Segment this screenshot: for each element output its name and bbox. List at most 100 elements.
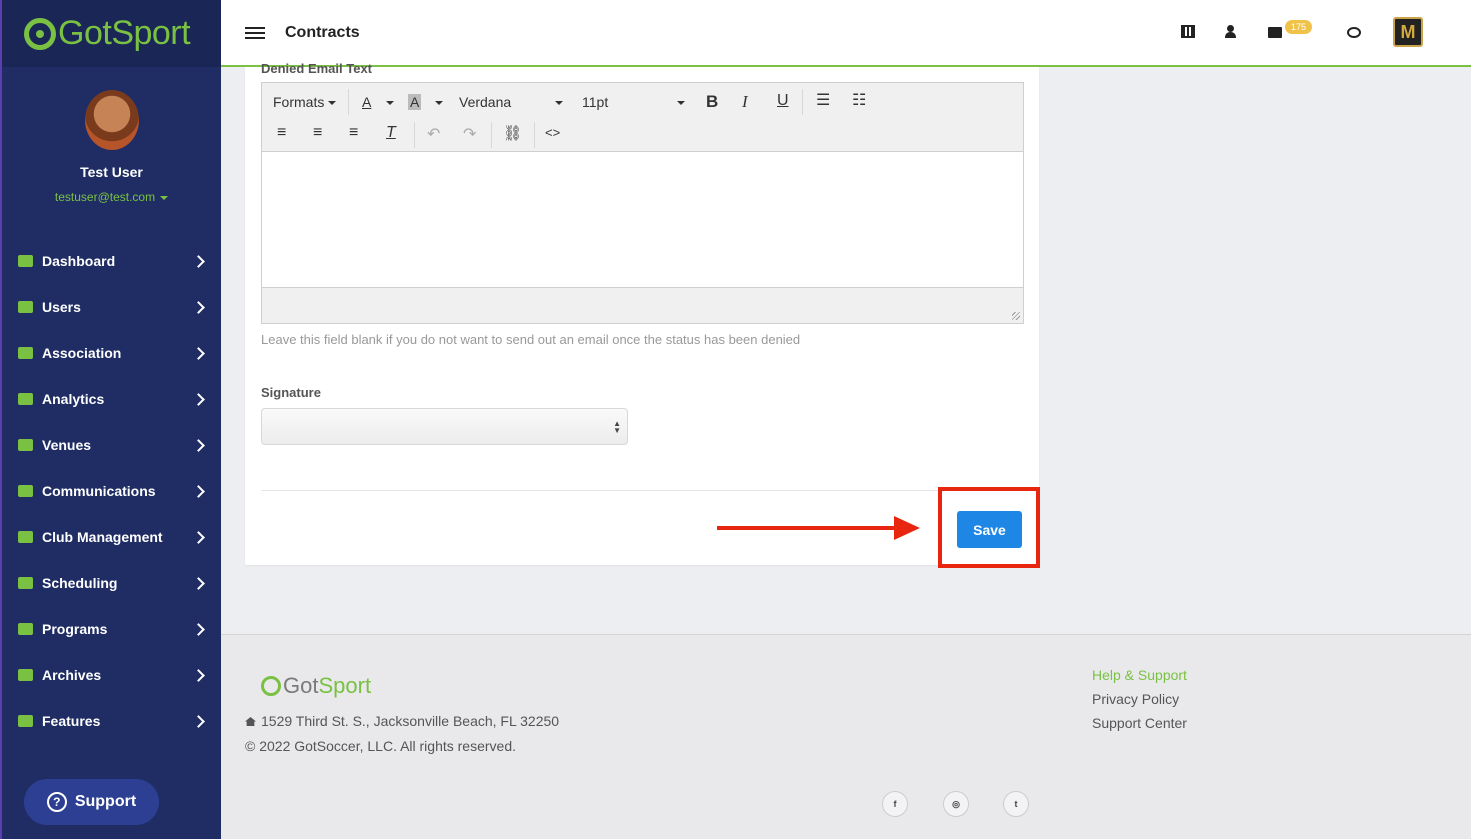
page-title: Contracts [285, 23, 360, 41]
support-button[interactable]: ? Support [24, 779, 159, 825]
select-arrows-icon: ▲ ▼ [613, 419, 621, 435]
file-icon [18, 623, 33, 635]
chevron-right-icon [192, 392, 205, 406]
sidebar-item-features[interactable]: Features [2, 698, 221, 744]
chevron-right-icon [192, 714, 205, 728]
envelope-icon[interactable] [1268, 27, 1282, 38]
text-color-icon[interactable]: A [362, 94, 371, 110]
underline-icon[interactable]: U [777, 92, 789, 110]
list-icon [18, 531, 33, 543]
mail-count-badge: 175 [1285, 20, 1313, 34]
signature-select[interactable]: ▲ ▼ [261, 408, 628, 445]
chevron-right-icon [192, 622, 205, 636]
user-profile: Test User testuser@test.com [2, 67, 221, 204]
calendar-icon [18, 577, 33, 589]
home-icon [18, 439, 33, 451]
sidebar-item-venues[interactable]: Venues [2, 422, 221, 468]
sidebar-item-users[interactable]: Users [2, 284, 221, 330]
organization-logo[interactable]: M [1393, 17, 1423, 47]
align-center-icon[interactable]: ≡ [313, 124, 322, 142]
toolbar-separator [802, 89, 803, 115]
chevron-right-icon [192, 530, 205, 544]
instagram-icon[interactable]: ◎ [943, 791, 969, 817]
users-icon [18, 301, 33, 313]
align-right-icon[interactable]: ≡ [349, 124, 358, 142]
sidebar-item-programs[interactable]: Programs [2, 606, 221, 652]
avatar[interactable] [84, 90, 139, 150]
facebook-icon[interactable]: f [882, 791, 908, 817]
align-left-icon[interactable]: ≡ [277, 124, 286, 142]
chevron-right-icon [192, 300, 205, 314]
source-code-icon[interactable]: <> [545, 125, 560, 140]
footer-links: Help & Support Privacy Policy Support Ce… [1092, 667, 1187, 739]
background-color-icon[interactable]: A [408, 94, 422, 110]
sidebar-item-scheduling[interactable]: Scheduling [2, 560, 221, 606]
text-color-caret-icon[interactable] [382, 94, 394, 110]
star-icon [18, 715, 33, 727]
footer-logo[interactable]: GotSport [261, 673, 371, 699]
sitemap-icon [18, 347, 33, 359]
support-center-link[interactable]: Support Center [1092, 715, 1187, 731]
italic-icon[interactable]: I [742, 92, 748, 112]
sidebar-logo[interactable]: GotSport [2, 0, 221, 67]
bullet-list-icon[interactable]: ☰ [816, 90, 830, 110]
sidebar-item-club-management[interactable]: Club Management [2, 514, 221, 560]
link-icon[interactable]: ⛓ [503, 124, 522, 142]
redo-icon[interactable]: ↷ [463, 124, 476, 144]
user-icon[interactable] [1224, 25, 1238, 38]
toolbar-separator [534, 122, 535, 148]
sidebar-item-archives[interactable]: Archives [2, 652, 221, 698]
editor-content-area[interactable] [262, 152, 1023, 287]
help-support-link[interactable]: Help & Support [1092, 667, 1187, 683]
rich-text-editor: Formats A A Verdana 11pt B I U ☰ ☷ ≡ ≡ ≡… [261, 82, 1024, 324]
comments-icon [18, 485, 33, 497]
footer-address: 1529 Third St. S., Jacksonville Beach, F… [245, 713, 559, 729]
page-footer: GotSport 1529 Third St. S., Jacksonville… [221, 634, 1471, 839]
contract-form-card: Denied Email Text Formats A A Verdana 11… [245, 61, 1039, 565]
sidebar-nav: Dashboard Users Association Analytics Ve… [2, 238, 221, 744]
toolbar-separator [414, 122, 415, 148]
annotation-arrow-line [717, 526, 897, 530]
formats-dropdown[interactable]: Formats [273, 94, 337, 110]
chevron-right-icon [192, 346, 205, 360]
chevron-right-icon [192, 668, 205, 682]
user-email-dropdown[interactable]: testuser@test.com [2, 190, 221, 204]
dashboard-icon [18, 255, 33, 267]
privacy-policy-link[interactable]: Privacy Policy [1092, 691, 1187, 707]
clear-formatting-icon[interactable]: T [386, 124, 396, 142]
background-color-caret-icon[interactable] [431, 94, 443, 110]
footer-copyright: © 2022 GotSoccer, LLC. All rights reserv… [245, 738, 517, 754]
twitter-icon[interactable]: t [1003, 791, 1029, 817]
chat-icon[interactable] [1347, 27, 1361, 38]
sidebar: GotSport Test User testuser@test.com Das… [0, 0, 221, 839]
chevron-right-icon [192, 576, 205, 590]
question-circle-icon: ? [46, 792, 67, 812]
toolbar-separator [491, 122, 492, 148]
denied-email-help-text: Leave this field blank if you do not wan… [261, 332, 801, 347]
caret-down-icon [160, 195, 169, 200]
editor-toolbar: Formats A A Verdana 11pt B I U ☰ ☷ ≡ ≡ ≡… [262, 83, 1023, 152]
sidebar-item-communications[interactable]: Communications [2, 468, 221, 514]
annotation-highlight-box [938, 487, 1040, 568]
annotation-arrow-head [894, 516, 920, 540]
hamburger-menu-icon[interactable] [245, 24, 265, 42]
top-header: Contracts 175 M [221, 0, 1471, 67]
sidebar-item-dashboard[interactable]: Dashboard [2, 238, 221, 284]
archive-icon [18, 669, 33, 681]
undo-icon[interactable]: ↶ [427, 124, 440, 144]
chevron-right-icon [192, 254, 205, 268]
qrcode-icon[interactable] [1181, 25, 1195, 38]
signature-label: Signature [261, 385, 321, 400]
footer-logo-text: GotSport [283, 673, 372, 698]
logo-text: GotSport [58, 14, 191, 52]
gotsport-logo-icon [24, 17, 56, 50]
resize-handle-icon[interactable] [1012, 312, 1020, 320]
toolbar-separator [348, 89, 349, 115]
font-size-dropdown[interactable]: 11pt [582, 94, 685, 110]
font-family-dropdown[interactable]: Verdana [459, 94, 563, 110]
numbered-list-icon[interactable]: ☷ [852, 90, 866, 110]
chevron-right-icon [192, 484, 205, 498]
sidebar-item-analytics[interactable]: Analytics [2, 376, 221, 422]
bold-icon[interactable]: B [706, 92, 718, 112]
sidebar-item-association[interactable]: Association [2, 330, 221, 376]
